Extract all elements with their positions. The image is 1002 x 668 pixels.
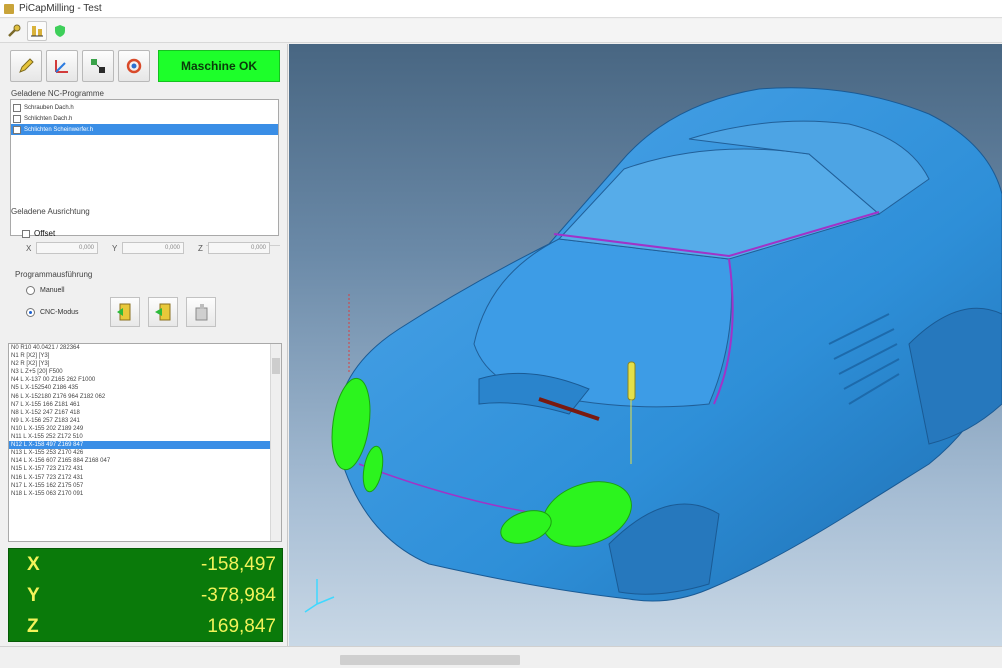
alignment-group-label: Geladene Ausrichtung bbox=[11, 207, 90, 216]
readout-x-value: -158,497 bbox=[200, 554, 276, 575]
readout-z-value: 169,847 bbox=[207, 616, 276, 637]
title-bar: PiCapMilling - Test bbox=[0, 0, 1002, 18]
offset-x-field[interactable]: 0,000 bbox=[36, 242, 98, 254]
nc-line[interactable]: N9 L X-156 257 Z183 241 bbox=[9, 417, 281, 425]
offset-z-label: Z bbox=[198, 243, 203, 253]
readout-y-axis: Y bbox=[27, 585, 40, 606]
milling-tool bbox=[627, 361, 636, 401]
app-logo-icon bbox=[4, 3, 14, 14]
cnc-mode-radio[interactable] bbox=[26, 308, 35, 317]
stop-icon[interactable] bbox=[186, 297, 216, 327]
nc-line[interactable]: N13 L X-155 253 Z170 426 bbox=[9, 449, 281, 457]
horizontal-scrollbar[interactable] bbox=[340, 655, 520, 665]
offset-coordinates: X 0,000 Y 0,000 Z 0,000 bbox=[26, 242, 284, 254]
nc-line[interactable]: N16 L X-157 723 Z172 431 bbox=[9, 474, 281, 482]
readout-z-axis: Z bbox=[27, 616, 39, 637]
nc-line[interactable]: N18 L X-155 063 Z170 091 bbox=[9, 490, 281, 498]
nc-line[interactable]: N6 L X-152180 Z176 964 Z182 062 bbox=[9, 393, 281, 401]
offset-y-label: Y bbox=[112, 243, 118, 253]
nc-line[interactable]: N7 L X-155 166 Z181 461 bbox=[9, 401, 281, 409]
nc-line[interactable]: N17 L X-155 162 Z175 057 bbox=[9, 482, 281, 490]
program-checkbox-1[interactable] bbox=[13, 114, 21, 123]
program-label-0: Schrauben Dach.h bbox=[24, 104, 74, 111]
nc-program-listing[interactable]: N0 R10 40.0421 / 282364 N1 R [X2] [Y3] N… bbox=[8, 343, 282, 542]
nc-line-current[interactable]: N12 L X-158 497 Z169 847 bbox=[9, 441, 281, 450]
nc-scrollbar[interactable] bbox=[270, 344, 281, 541]
command-toolbar bbox=[10, 50, 150, 82]
measure-icon[interactable] bbox=[27, 20, 47, 41]
3d-viewport[interactable] bbox=[289, 44, 1002, 646]
readout-x: X -158,497 bbox=[9, 550, 284, 580]
machine-status-indicator: Maschine OK bbox=[158, 50, 280, 82]
program-item-2[interactable]: Schlichten Scheinwerfer.h bbox=[11, 124, 278, 135]
program-label-2: Schlichten Scheinwerfer.h bbox=[24, 126, 94, 133]
program-checkbox-2[interactable] bbox=[13, 125, 21, 134]
wrench-icon[interactable] bbox=[4, 21, 24, 41]
nc-line[interactable]: N5 L X-152540 Z186 435 bbox=[9, 384, 281, 392]
manual-mode-label: Manuell bbox=[40, 287, 65, 294]
nc-line[interactable]: N2 R [X2] [Y3] bbox=[9, 360, 281, 368]
align-icon[interactable] bbox=[82, 50, 114, 82]
nc-line[interactable]: N4 L X-137 00 Z165 262 F1000 bbox=[9, 376, 281, 384]
manual-mode-option[interactable]: Manuell bbox=[26, 286, 65, 295]
control-panel: Maschine OK Geladene NC-Programme Schrau… bbox=[0, 44, 288, 646]
offset-option[interactable]: Offset bbox=[22, 229, 55, 238]
readout-z: Z 169,847 bbox=[9, 612, 284, 642]
nc-line[interactable]: N14 L X-156 607 Z165 884 Z168 047 bbox=[9, 457, 281, 465]
window-title: PiCapMilling - Test bbox=[19, 3, 102, 14]
top-toolbar bbox=[0, 19, 1002, 43]
program-item-0[interactable]: Schrauben Dach.h bbox=[11, 102, 278, 113]
app-window: PiCapMilling - Test Maschine OK Geladene… bbox=[0, 0, 1002, 668]
step-forward-icon[interactable] bbox=[110, 297, 140, 327]
nc-line[interactable]: N8 L X-152 247 Z167 418 bbox=[9, 409, 281, 417]
readout-x-axis: X bbox=[27, 554, 40, 575]
nc-line[interactable]: N1 R [X2] [Y3] bbox=[9, 352, 281, 360]
position-readout: X -158,497 Y -378,984 Z 169,847 bbox=[8, 548, 283, 642]
pencil-icon[interactable] bbox=[10, 50, 42, 82]
shield-icon[interactable] bbox=[50, 21, 70, 41]
cnc-mode-label: CNC-Modus bbox=[40, 309, 79, 316]
play-icon[interactable] bbox=[148, 297, 178, 327]
readout-y: Y -378,984 bbox=[9, 581, 284, 611]
nc-line[interactable]: N0 R10 40.0421 / 282364 bbox=[9, 344, 281, 352]
readout-y-value: -378,984 bbox=[200, 585, 276, 606]
refresh-icon[interactable] bbox=[118, 50, 150, 82]
manual-mode-radio[interactable] bbox=[26, 286, 35, 295]
axis-triad-icon bbox=[304, 579, 335, 613]
nc-line[interactable]: N11 L X-155 252 Z172 510 bbox=[9, 433, 281, 441]
offset-y-field[interactable]: 0,000 bbox=[122, 242, 184, 254]
nc-line[interactable]: N10 L X-155 202 Z189 249 bbox=[9, 425, 281, 433]
program-label-1: Schlichten Dach.h bbox=[24, 115, 73, 122]
offset-checkbox[interactable] bbox=[22, 229, 30, 238]
program-item-1[interactable]: Schlichten Dach.h bbox=[11, 113, 278, 124]
status-bar bbox=[0, 646, 1002, 668]
axis-icon[interactable] bbox=[46, 50, 78, 82]
offset-z-field[interactable]: 0,000 bbox=[208, 242, 270, 254]
nc-line[interactable]: N3 L Z+5 [20] F500 bbox=[9, 368, 281, 376]
programs-group-label: Geladene NC-Programme bbox=[11, 89, 104, 98]
execution-group-label: Programmausführung bbox=[15, 270, 93, 279]
offset-x-label: X bbox=[26, 243, 32, 253]
cnc-mode-option[interactable]: CNC-Modus bbox=[26, 308, 79, 317]
program-checkbox-0[interactable] bbox=[13, 103, 21, 112]
nc-line[interactable]: N15 L X-157 723 Z172 431 bbox=[9, 465, 281, 473]
nc-scroll-thumb[interactable] bbox=[272, 358, 280, 374]
offset-label: Offset bbox=[34, 229, 56, 238]
car-model-view bbox=[304, 87, 1002, 613]
